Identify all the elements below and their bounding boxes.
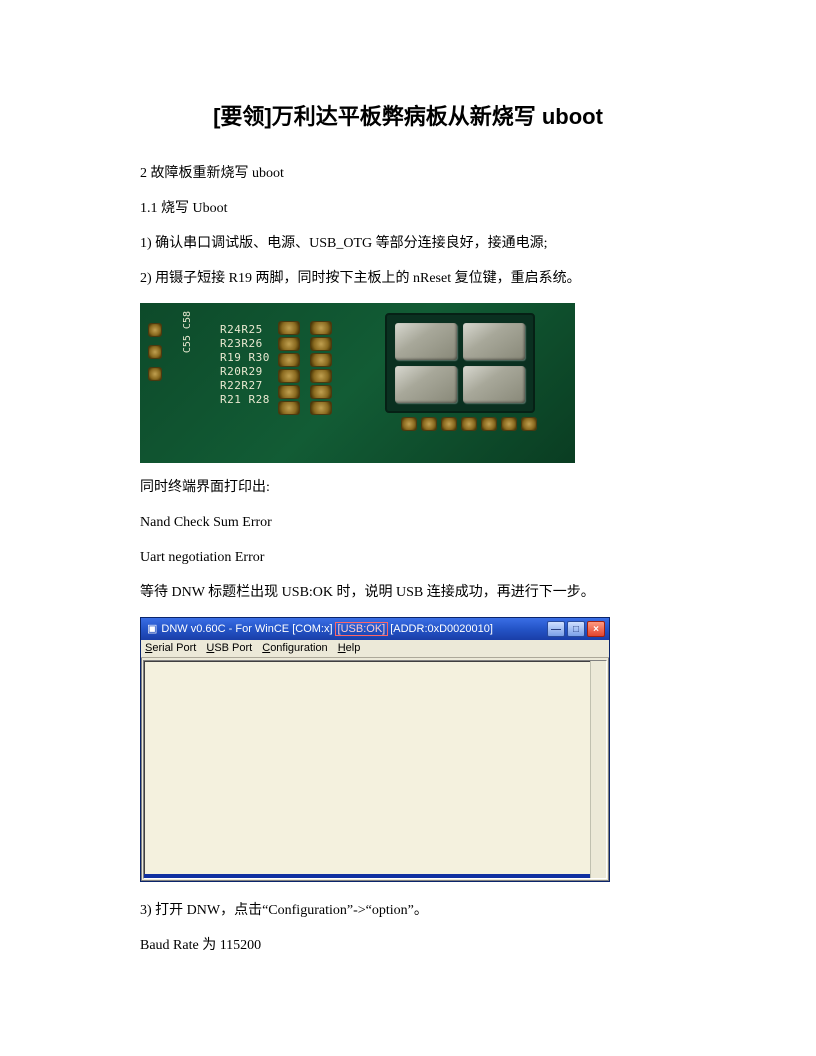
paragraph: 同时终端界面打印出: <box>140 477 676 498</box>
dnw-app-icon: ▣ <box>147 621 157 638</box>
pcb-left-pads <box>148 323 162 381</box>
paragraph: 2) 用镊子短接 R19 两脚，同时按下主板上的 nReset 复位键，重启系统… <box>140 268 676 289</box>
pcb-silkscreen: R24R25 R23R26 R19 R30 R20R29 R22R27 R21 … <box>220 323 270 407</box>
paragraph: 1) 确认串口调试版、电源、USB_OTG 等部分连接良好，接通电源; <box>140 233 676 254</box>
maximize-button[interactable]: □ <box>567 621 585 637</box>
pcb-chip-block <box>385 313 535 413</box>
dnw-usb-status: [USB:OK] <box>335 622 389 636</box>
menu-serial-port[interactable]: Serial Port <box>145 640 196 657</box>
dnw-menubar: Serial Port USB Port Configuration Help <box>141 640 609 658</box>
horizontal-scrollbar[interactable] <box>144 874 590 878</box>
dnw-titlebar[interactable]: ▣ DNW v0.60C - For WinCE [COM:x][USB:OK]… <box>141 618 609 640</box>
menu-configuration[interactable]: Configuration <box>262 640 327 657</box>
dnw-content-area[interactable] <box>143 660 607 879</box>
pcb-side-label: C55 C58 <box>180 311 195 353</box>
terminal-output: Uart negotiation Error <box>140 547 676 568</box>
menu-usb-port[interactable]: USB Port <box>206 640 252 657</box>
vertical-scrollbar[interactable] <box>590 661 606 878</box>
pcb-photo: C55 C58 R24R25 R23R26 R19 R30 R20R29 R22… <box>140 303 575 463</box>
paragraph: 3) 打开 DNW，点击“Configuration”->“option”。 <box>140 900 676 921</box>
paragraph: Baud Rate 为 115200 <box>140 935 676 956</box>
document-title: [要领]万利达平板弊病板从新烧写 uboot <box>140 100 676 133</box>
paragraph: 等待 DNW 标题栏出现 USB:OK 时，说明 USB 连接成功，再进行下一步… <box>140 582 676 603</box>
menu-help[interactable]: Help <box>338 640 361 657</box>
window-controls: — □ × <box>547 621 605 637</box>
dnw-window: ▣ DNW v0.60C - For WinCE [COM:x][USB:OK]… <box>140 617 610 882</box>
dnw-title-text: DNW v0.60C - For WinCE [COM:x][USB:OK][A… <box>161 621 547 638</box>
terminal-output: Nand Check Sum Error <box>140 512 676 533</box>
paragraph: 1.1 烧写 Uboot <box>140 198 676 219</box>
paragraph: 2 故障板重新烧写 uboot <box>140 163 676 184</box>
close-button[interactable]: × <box>587 621 605 637</box>
pcb-bottom-pads <box>401 417 537 431</box>
minimize-button[interactable]: — <box>547 621 565 637</box>
pcb-pad-grid <box>278 321 332 415</box>
